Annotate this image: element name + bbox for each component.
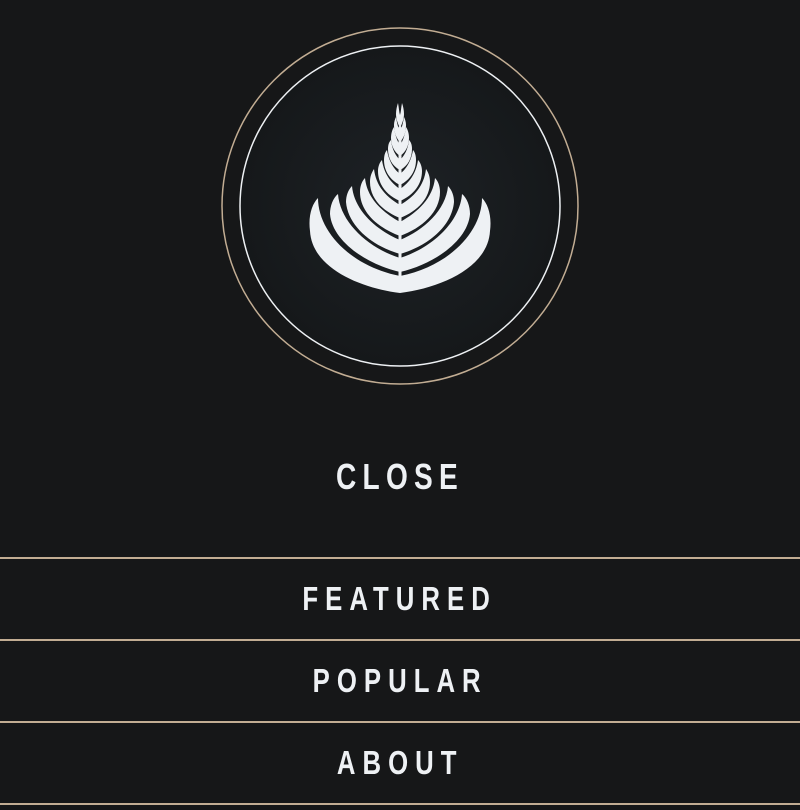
menu-item-featured[interactable]: FEATURED xyxy=(0,559,800,641)
menu-item-label: ABOUT xyxy=(336,744,464,781)
menu-item-label: POPULAR xyxy=(312,662,488,699)
close-label: CLOSE xyxy=(336,456,464,497)
menu-item-popular[interactable]: POPULAR xyxy=(0,641,800,723)
close-button[interactable]: CLOSE xyxy=(0,452,800,502)
nav-menu: FEATURED POPULAR ABOUT xyxy=(0,557,800,805)
logo[interactable] xyxy=(220,26,580,386)
menu-item-about[interactable]: ABOUT xyxy=(0,723,800,805)
menu-item-label: FEATURED xyxy=(302,580,498,617)
latte-art-rosetta-icon xyxy=(221,27,579,385)
